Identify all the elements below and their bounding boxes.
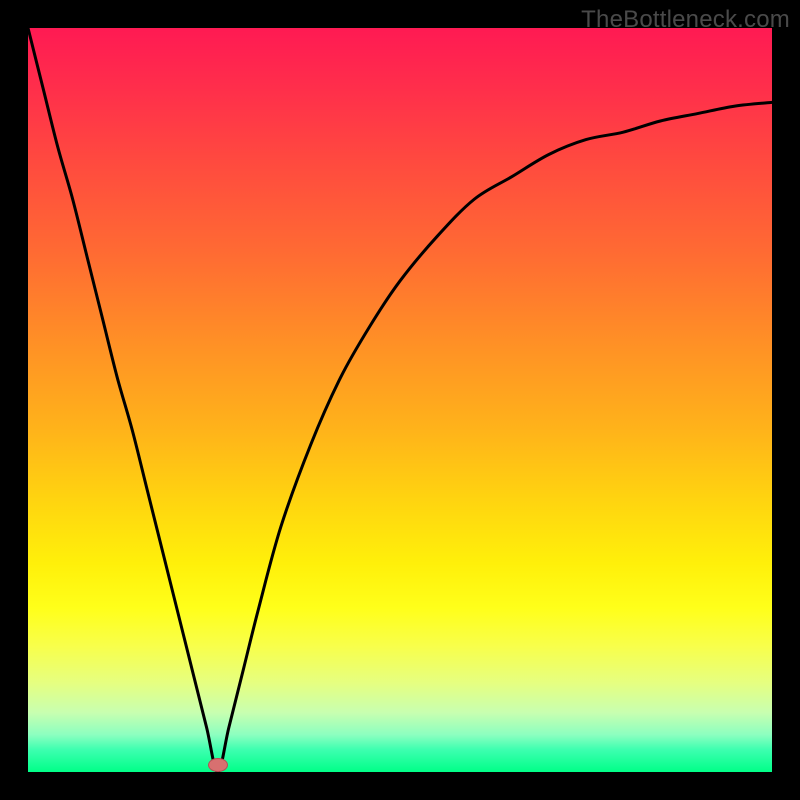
plot-area [28, 28, 772, 772]
chart-frame: TheBottleneck.com [0, 0, 800, 800]
bottleneck-curve [28, 28, 772, 772]
curve-layer [28, 28, 772, 772]
watermark-text: TheBottleneck.com [581, 6, 790, 34]
minimum-marker-icon [208, 758, 228, 772]
